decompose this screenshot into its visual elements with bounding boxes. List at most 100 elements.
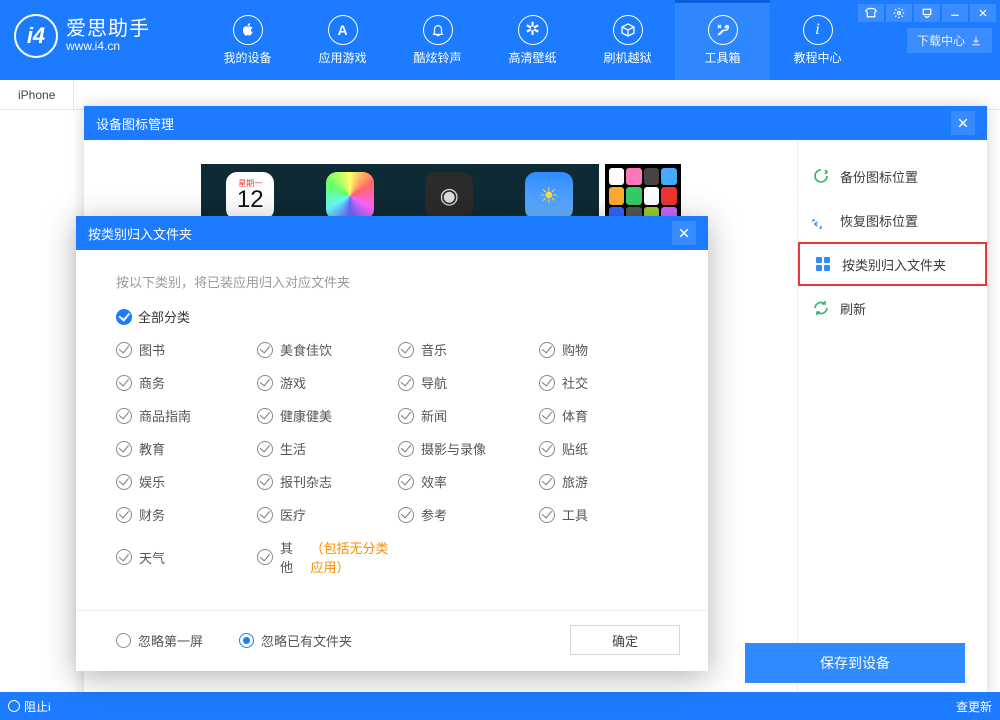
status-right-text: 查更新 (956, 698, 992, 715)
category-其他[interactable]: 其他（包括无分类应用） (257, 538, 398, 576)
category-贴纸[interactable]: 贴纸 (539, 439, 680, 458)
category-checkbox[interactable] (257, 549, 273, 565)
category-checkbox[interactable] (539, 342, 555, 358)
side-action-grid[interactable]: 按类别归入文件夹 (798, 242, 987, 286)
confirm-button[interactable]: 确定 (570, 625, 680, 655)
category-购物[interactable]: 购物 (539, 340, 680, 359)
category-label: 图书 (139, 340, 165, 359)
skip-existing-folders-label: 忽略已有文件夹 (261, 631, 352, 650)
category-商务[interactable]: 商务 (116, 373, 257, 392)
category-娱乐[interactable]: 娱乐 (116, 472, 257, 491)
nav-工具箱[interactable]: 工具箱 (675, 0, 770, 80)
category-工具[interactable]: 工具 (539, 505, 680, 524)
category-dialog-close-button[interactable] (672, 221, 696, 245)
category-checkbox[interactable] (539, 441, 555, 457)
category-商品指南[interactable]: 商品指南 (116, 406, 257, 425)
category-效率[interactable]: 效率 (398, 472, 539, 491)
category-checkbox[interactable] (257, 474, 273, 490)
weather-app-icon[interactable]: ☀ (525, 172, 573, 220)
nav-我的设备[interactable]: 我的设备 (200, 0, 295, 80)
tshirt-icon[interactable] (858, 4, 884, 22)
select-all-checkbox[interactable] (116, 309, 132, 325)
category-参考[interactable]: 参考 (398, 505, 539, 524)
category-财务[interactable]: 财务 (116, 505, 257, 524)
side-action-label: 备份图标位置 (840, 167, 918, 186)
category-美食佳饮[interactable]: 美食佳饮 (257, 340, 398, 359)
category-教育[interactable]: 教育 (116, 439, 257, 458)
category-图书[interactable]: 图书 (116, 340, 257, 359)
status-bar: 阻止i 查更新 (0, 692, 1000, 720)
category-checkbox[interactable] (539, 408, 555, 424)
settings-icon[interactable] (886, 4, 912, 22)
category-摄影与录像[interactable]: 摄影与录像 (398, 439, 539, 458)
title-bar: i4 爱思助手 www.i4.cn 我的设备A应用游戏酷炫铃声✲高清壁纸刷机越狱… (0, 0, 1000, 80)
category-游戏[interactable]: 游戏 (257, 373, 398, 392)
skip-existing-folders-radio[interactable] (239, 633, 254, 648)
side-action-backup[interactable]: 备份图标位置 (798, 154, 987, 198)
category-checkbox[interactable] (257, 441, 273, 457)
category-checkbox[interactable] (257, 375, 273, 391)
restore-icon (812, 211, 830, 229)
category-label: 医疗 (280, 505, 306, 524)
category-天气[interactable]: 天气 (116, 538, 257, 576)
category-生活[interactable]: 生活 (257, 439, 398, 458)
select-all-row[interactable]: 全部分类 (116, 307, 680, 326)
category-checkbox[interactable] (539, 375, 555, 391)
camera-app-icon[interactable]: ◉ (425, 172, 473, 220)
category-checkbox[interactable] (257, 408, 273, 424)
icon-manager-close-button[interactable] (951, 111, 975, 135)
device-tab-iphone[interactable]: iPhone (0, 80, 74, 109)
category-报刊杂志[interactable]: 报刊杂志 (257, 472, 398, 491)
category-label: 天气 (139, 548, 165, 567)
category-导航[interactable]: 导航 (398, 373, 539, 392)
category-音乐[interactable]: 音乐 (398, 340, 539, 359)
calendar-app-icon[interactable]: 星期一 12 (226, 172, 274, 220)
nav-应用游戏[interactable]: A应用游戏 (295, 0, 390, 80)
nav-label: 刷机越狱 (603, 49, 651, 66)
brand-logo: i4 (14, 14, 58, 58)
category-checkbox[interactable] (398, 441, 414, 457)
category-checkbox[interactable] (398, 375, 414, 391)
category-label: 工具 (562, 505, 588, 524)
category-checkbox[interactable] (116, 441, 132, 457)
minimize-button[interactable] (942, 4, 968, 22)
category-checkbox[interactable] (257, 507, 273, 523)
category-社交[interactable]: 社交 (539, 373, 680, 392)
save-to-device-button[interactable]: 保存到设备 (745, 643, 965, 683)
category-checkbox[interactable] (539, 507, 555, 523)
skip-first-screen-radio[interactable] (116, 633, 131, 648)
select-all-label: 全部分类 (138, 307, 190, 326)
skip-first-screen-option[interactable]: 忽略第一屏 (116, 631, 203, 650)
category-label: 体育 (562, 406, 588, 425)
block-radio[interactable] (8, 700, 20, 712)
download-center-button[interactable]: 下载中心 (907, 28, 992, 53)
category-新闻[interactable]: 新闻 (398, 406, 539, 425)
nav-教程中心[interactable]: i教程中心 (770, 0, 865, 80)
nav-酷炫铃声[interactable]: 酷炫铃声 (390, 0, 485, 80)
category-checkbox[interactable] (398, 408, 414, 424)
category-checkbox[interactable] (116, 408, 132, 424)
category-旅游[interactable]: 旅游 (539, 472, 680, 491)
category-label: 效率 (421, 472, 447, 491)
close-button[interactable] (970, 4, 996, 22)
category-checkbox[interactable] (116, 507, 132, 523)
nav-高清壁纸[interactable]: ✲高清壁纸 (485, 0, 580, 80)
category-医疗[interactable]: 医疗 (257, 505, 398, 524)
category-checkbox[interactable] (116, 549, 132, 565)
photos-app-icon[interactable] (326, 172, 374, 220)
nav-刷机越狱[interactable]: 刷机越狱 (580, 0, 675, 80)
side-action-refresh[interactable]: 刷新 (798, 286, 987, 330)
category-健康健美[interactable]: 健康健美 (257, 406, 398, 425)
dropdown-icon[interactable] (914, 4, 940, 22)
category-checkbox[interactable] (398, 507, 414, 523)
category-checkbox[interactable] (116, 342, 132, 358)
category-体育[interactable]: 体育 (539, 406, 680, 425)
category-checkbox[interactable] (257, 342, 273, 358)
category-checkbox[interactable] (116, 474, 132, 490)
category-checkbox[interactable] (116, 375, 132, 391)
side-action-restore[interactable]: 恢复图标位置 (798, 198, 987, 242)
skip-existing-folders-option[interactable]: 忽略已有文件夹 (239, 631, 352, 650)
category-checkbox[interactable] (398, 342, 414, 358)
category-checkbox[interactable] (539, 474, 555, 490)
category-checkbox[interactable] (398, 474, 414, 490)
